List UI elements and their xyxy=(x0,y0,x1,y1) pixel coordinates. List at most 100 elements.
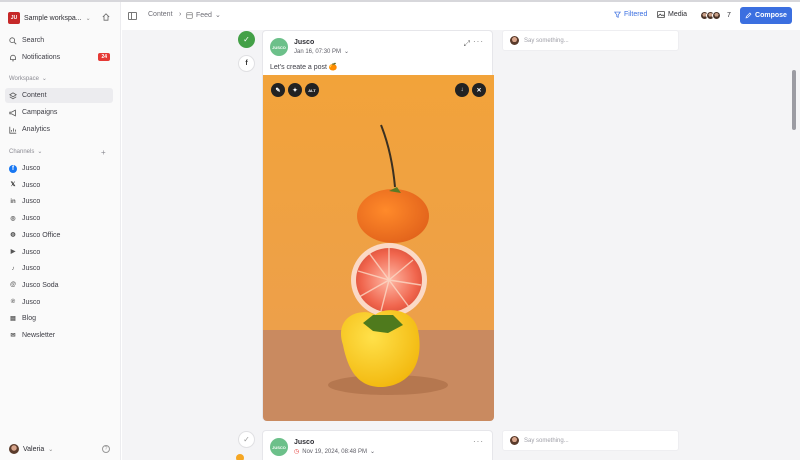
sidebar-channel-item[interactable]: ♪ Jusco xyxy=(5,261,113,276)
edit-image-icon[interactable]: ✎ xyxy=(271,83,285,97)
avatar: JUSCO xyxy=(270,38,288,56)
media-icon xyxy=(657,11,665,18)
google-business-icon: ◍ xyxy=(10,232,16,239)
avatar xyxy=(9,444,19,454)
notifications-nav[interactable]: Notifications 24 xyxy=(5,50,113,65)
breadcrumb-separator: › xyxy=(179,11,182,18)
pinterest-icon: ℗ xyxy=(10,299,16,306)
sidebar-item-label: Blog xyxy=(22,315,37,323)
sidebar-channel-item[interactable]: ▤ Blog xyxy=(5,311,113,326)
bell-icon xyxy=(10,54,16,61)
more-options-icon[interactable]: ··· xyxy=(473,37,484,46)
help-icon[interactable]: ? xyxy=(102,445,110,453)
channels-section-label[interactable]: Channels ⌄ xyxy=(9,148,42,156)
post-image[interactable]: ✎ ✦ ALT ↓ ✕ xyxy=(263,75,494,421)
sidebar-item-label: Jusco xyxy=(22,298,41,306)
feed-icon xyxy=(186,11,193,19)
instagram-icon: ◎ xyxy=(10,215,16,222)
filter-icon xyxy=(614,11,621,18)
alt-text-button[interactable]: ALT xyxy=(305,83,319,97)
post-card[interactable]: JUSCO Jusco ◷ Nov 19, 2024, 08:48 PM ⌄ ·… xyxy=(262,430,493,460)
add-channel-icon[interactable]: + xyxy=(101,148,106,157)
sidebar-item-label: Jusco xyxy=(22,248,41,256)
sidebar-channel-item[interactable]: ◎ Jusco xyxy=(5,211,113,226)
facebook-channel-icon: f xyxy=(238,55,255,72)
download-icon[interactable]: ↓ xyxy=(455,83,469,97)
sidebar-item-label: Newsletter xyxy=(22,332,56,339)
magic-edit-icon[interactable]: ✦ xyxy=(288,83,302,97)
sidebar-channel-item[interactable]: ℗ Jusco xyxy=(5,295,113,310)
avatar: JUSCO xyxy=(270,438,288,456)
top-header: Content › Feed ⌄ Filtered Media 7 Compos… xyxy=(122,2,800,30)
channel-badge-icon xyxy=(236,454,244,460)
sidebar-channel-item[interactable]: @ Jusco Soda xyxy=(5,278,113,293)
user-menu[interactable]: Valeria ⌄ xyxy=(9,444,53,454)
sidebar: JU Sample workspa... ⌄ Search Notificati… xyxy=(0,2,121,460)
media-button[interactable]: Media xyxy=(657,11,687,18)
post-date[interactable]: Jan 16, 07:30 PM ⌄ xyxy=(294,48,349,56)
search-icon xyxy=(9,36,17,44)
home-icon[interactable] xyxy=(102,13,110,21)
sidebar-channel-item[interactable]: ◍ Jusco Office xyxy=(5,228,113,243)
members-avatars[interactable]: 7 xyxy=(700,11,731,20)
more-options-icon[interactable]: ··· xyxy=(473,437,484,446)
sidebar-channel-item[interactable]: ✉ Newsletter xyxy=(5,328,113,343)
youtube-icon: ▶ xyxy=(10,249,16,255)
sidebar-item-content[interactable]: Content xyxy=(5,88,113,103)
sidebar-channel-item[interactable]: 𝕏 Jusco xyxy=(5,178,113,193)
scrollbar[interactable] xyxy=(792,70,796,130)
sidebar-channel-item[interactable]: ▶ Jusco xyxy=(5,245,113,260)
workspace-section-label[interactable]: Workspace ⌄ xyxy=(9,75,47,83)
sidebar-item-label: Analytics xyxy=(22,126,51,133)
sidebar-channel-item[interactable]: f Jusco xyxy=(5,161,113,176)
sidebar-toggle-icon[interactable] xyxy=(128,12,137,20)
post-author: Jusco xyxy=(294,39,315,46)
notification-badge: 24 xyxy=(98,53,110,61)
megaphone-icon xyxy=(9,109,16,116)
avatar xyxy=(510,36,519,45)
comment-input[interactable]: Say something... xyxy=(502,30,679,51)
comment-input[interactable]: Say something... xyxy=(502,430,679,451)
threads-icon: @ xyxy=(10,282,16,289)
sidebar-item-label: Jusco xyxy=(22,165,41,172)
sidebar-item-analytics[interactable]: Analytics xyxy=(5,122,113,137)
post-date[interactable]: ◷ Nov 19, 2024, 08:48 PM ⌄ xyxy=(294,448,375,456)
sidebar-item-label: Content xyxy=(22,92,47,99)
sidebar-item-label: Jusco xyxy=(22,181,41,189)
tiktok-icon: ♪ xyxy=(11,265,15,272)
pen-icon xyxy=(745,12,752,19)
breadcrumb-content[interactable]: Content xyxy=(148,11,173,18)
sidebar-item-label: Campaigns xyxy=(22,109,58,116)
comment-placeholder: Say something... xyxy=(524,437,569,444)
chart-icon xyxy=(9,126,17,134)
blog-icon: ▤ xyxy=(10,315,16,322)
linkedin-icon: in xyxy=(10,198,16,205)
post-text: Let's create a post 🍊 xyxy=(270,64,338,71)
sidebar-item-campaigns[interactable]: Campaigns xyxy=(5,105,113,120)
compose-button[interactable]: Compose xyxy=(740,7,792,24)
chevron-down-icon: ⌄ xyxy=(369,449,375,455)
expand-icon[interactable]: ⤢ xyxy=(464,39,470,49)
sidebar-channel-item[interactable]: in Jusco xyxy=(5,194,113,209)
search-label: Search xyxy=(22,37,45,44)
pending-check-icon[interactable]: ✓ xyxy=(238,431,255,448)
x-icon: 𝕏 xyxy=(10,182,16,189)
search-nav[interactable]: Search xyxy=(5,33,113,48)
breadcrumb-feed[interactable]: Feed ⌄ xyxy=(186,11,221,19)
clock-icon: ◷ xyxy=(294,449,300,455)
avatar xyxy=(712,11,721,20)
chevron-down-icon: ⌄ xyxy=(85,15,91,22)
workspace-logo: JU xyxy=(8,12,20,24)
post-author: Jusco xyxy=(294,439,315,446)
chevron-down-icon: ⌄ xyxy=(214,12,221,19)
sidebar-item-label: Jusco Soda xyxy=(22,281,59,289)
post-card[interactable]: JUSCO Jusco Jan 16, 07:30 PM ⌄ ⤢ ··· Let… xyxy=(262,30,494,421)
approved-check-icon[interactable]: ✓ xyxy=(238,31,255,48)
sidebar-item-label: Jusco xyxy=(22,198,41,206)
close-icon[interactable]: ✕ xyxy=(472,83,486,97)
sidebar-item-label: Jusco xyxy=(22,215,41,223)
filter-button[interactable]: Filtered xyxy=(614,11,647,18)
mail-icon: ✉ xyxy=(10,332,16,339)
layers-icon xyxy=(9,91,17,99)
comment-placeholder: Say something... xyxy=(524,37,569,44)
